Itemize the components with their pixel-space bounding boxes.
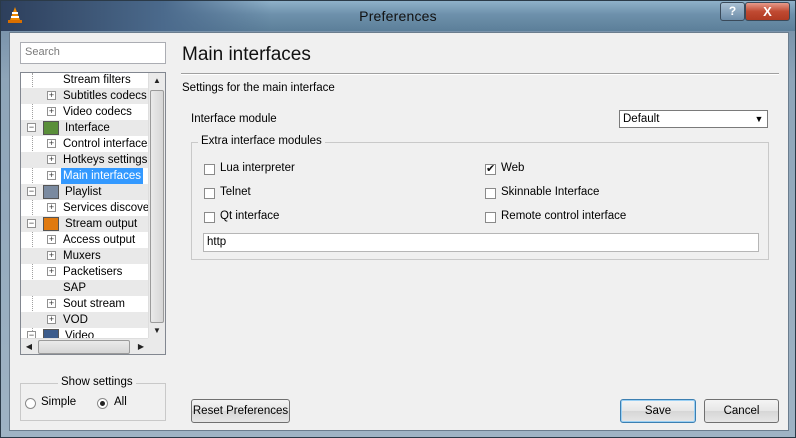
expand-icon[interactable]: + bbox=[47, 251, 56, 260]
panel-title-divider bbox=[181, 73, 779, 75]
tree-item-hotkeys-settings[interactable]: + Hotkeys settings bbox=[21, 152, 150, 168]
expand-icon[interactable]: + bbox=[47, 171, 56, 180]
expand-icon[interactable]: + bbox=[47, 235, 56, 244]
tree-item-label: Video codecs bbox=[63, 106, 132, 118]
tree-item-packetisers[interactable]: + Packetisers bbox=[21, 264, 150, 280]
expand-icon[interactable]: + bbox=[47, 299, 56, 308]
checkbox-web[interactable] bbox=[485, 162, 496, 175]
web-label[interactable]: Web bbox=[501, 162, 524, 174]
lua-interpreter-label[interactable]: Lua interpreter bbox=[220, 162, 295, 174]
tree-item-control-interfaces[interactable]: + Control interfaces bbox=[21, 136, 150, 152]
tree-item-label: Stream filters bbox=[63, 74, 131, 86]
checkbox-remote-control-interface[interactable] bbox=[485, 212, 496, 223]
category-tree[interactable]: Stream filters + Subtitles codecs + Video co… bbox=[20, 72, 166, 355]
telnet-label[interactable]: Telnet bbox=[220, 186, 251, 198]
tree-item-label: Packetisers bbox=[63, 266, 123, 278]
radio-all[interactable] bbox=[97, 398, 108, 409]
tree-vertical-scrollbar[interactable]: ▲ ▼ bbox=[148, 73, 165, 339]
dropdown-arrow-icon[interactable]: ▼ bbox=[751, 111, 767, 127]
tree-item-label: Sout stream bbox=[63, 298, 125, 310]
tree-item-label: Services discovery bbox=[63, 202, 150, 214]
tree-item-sap[interactable]: SAP bbox=[21, 280, 150, 296]
extra-modules-text-field[interactable]: http bbox=[203, 233, 759, 252]
scroll-thumb[interactable] bbox=[150, 90, 164, 323]
scroll-up-arrow-icon[interactable]: ▲ bbox=[149, 73, 165, 89]
scroll-right-arrow-icon[interactable]: ▶ bbox=[133, 339, 149, 354]
tree-item-subtitles-codecs[interactable]: + Subtitles codecs bbox=[21, 88, 150, 104]
radio-all-label[interactable]: All bbox=[114, 396, 127, 408]
radio-simple-label[interactable]: Simple bbox=[41, 396, 76, 408]
remote-control-interface-label[interactable]: Remote control interface bbox=[501, 210, 626, 222]
close-button[interactable]: X bbox=[745, 2, 790, 21]
tree-item-label: Subtitles codecs bbox=[63, 90, 147, 102]
reset-preferences-button[interactable]: Reset Preferences bbox=[191, 399, 290, 423]
interface-module-select[interactable]: Default ▼ bbox=[619, 110, 768, 128]
tree-item-label: Interface bbox=[65, 122, 110, 134]
interface-icon bbox=[43, 121, 59, 135]
scroll-down-arrow-icon[interactable]: ▼ bbox=[149, 323, 165, 339]
tree-horizontal-scrollbar[interactable]: ◀ ▶ bbox=[21, 338, 150, 354]
cancel-button[interactable]: Cancel bbox=[704, 399, 779, 423]
tree-item-label: Muxers bbox=[63, 250, 101, 262]
expand-icon[interactable]: + bbox=[47, 267, 56, 276]
expand-icon[interactable]: + bbox=[47, 107, 56, 116]
tree-item-sout-stream[interactable]: + Sout stream bbox=[21, 296, 150, 312]
expand-icon[interactable]: + bbox=[47, 315, 56, 324]
tree-item-stream-output[interactable]: − Stream output bbox=[21, 216, 150, 232]
dialog-body: Search Stream filters + Subtitles codecs + V… bbox=[9, 32, 789, 431]
interface-module-value: Default bbox=[623, 113, 660, 125]
tree-item-label: SAP bbox=[63, 282, 87, 294]
panel-title: Main interfaces bbox=[182, 44, 311, 65]
tree-item-vod[interactable]: + VOD bbox=[21, 312, 150, 328]
panel-subtitle: Settings for the main interface bbox=[182, 82, 335, 94]
tree-item-label: Stream output bbox=[65, 218, 138, 230]
checkbox-skinnable-interface[interactable] bbox=[485, 188, 496, 199]
interface-module-label: Interface module bbox=[191, 113, 277, 125]
tree-item-video-codecs[interactable]: + Video codecs bbox=[21, 104, 150, 120]
preferences-window: Preferences ? X Search Stream filters + Su… bbox=[0, 0, 796, 438]
stream-output-icon bbox=[43, 217, 59, 231]
extra-modules-title: Extra interface modules bbox=[198, 135, 325, 147]
window-title: Preferences bbox=[359, 8, 437, 24]
expand-icon[interactable]: + bbox=[47, 203, 56, 212]
collapse-icon[interactable]: − bbox=[27, 123, 36, 132]
tree-item-label: VOD bbox=[63, 314, 88, 326]
help-button[interactable]: ? bbox=[720, 2, 745, 21]
extra-interface-modules-group: Extra interface modules Lua interpreter … bbox=[191, 135, 769, 260]
tree-item-muxers[interactable]: + Muxers bbox=[21, 248, 150, 264]
search-input[interactable]: Search bbox=[20, 42, 166, 64]
save-button[interactable]: Save bbox=[620, 399, 696, 423]
tree-item-playlist[interactable]: − Playlist bbox=[21, 184, 150, 200]
expand-icon[interactable]: + bbox=[47, 91, 56, 100]
tree-item-stream-filters[interactable]: Stream filters bbox=[21, 73, 150, 88]
tree-item-label: Hotkeys settings bbox=[63, 154, 148, 166]
title-bar[interactable]: Preferences ? X bbox=[1, 1, 795, 31]
checkbox-telnet[interactable] bbox=[204, 188, 215, 199]
tree-item-interface[interactable]: − Interface bbox=[21, 120, 150, 136]
tree-item-label: Access output bbox=[63, 234, 136, 246]
scrollbar-corner bbox=[148, 338, 165, 354]
tree-item-access-output[interactable]: + Access output bbox=[21, 232, 150, 248]
playlist-icon bbox=[43, 185, 59, 199]
expand-icon[interactable]: + bbox=[47, 139, 56, 148]
tree-item-label: Main interfaces bbox=[61, 168, 143, 184]
expand-icon[interactable]: + bbox=[47, 155, 56, 164]
skinnable-interface-label[interactable]: Skinnable Interface bbox=[501, 186, 599, 198]
horizontal-scroll-thumb[interactable] bbox=[38, 340, 130, 354]
checkbox-lua-interpreter[interactable] bbox=[204, 164, 215, 175]
scroll-left-arrow-icon[interactable]: ◀ bbox=[21, 339, 37, 354]
show-settings-title: Show settings bbox=[58, 376, 136, 388]
radio-simple[interactable] bbox=[25, 398, 36, 409]
collapse-icon[interactable]: − bbox=[27, 187, 36, 196]
qt-interface-label[interactable]: Qt interface bbox=[220, 210, 279, 222]
tree-item-main-interfaces[interactable]: + Main interfaces bbox=[21, 168, 150, 184]
checkbox-qt-interface[interactable] bbox=[204, 212, 215, 223]
collapse-icon[interactable]: − bbox=[27, 219, 36, 228]
tree-item-services-discovery[interactable]: + Services discovery bbox=[21, 200, 150, 216]
show-settings-group: Show settings Simple All bbox=[20, 376, 166, 421]
tree-item-label: Playlist bbox=[65, 186, 102, 198]
tree-item-label: Control interfaces bbox=[63, 138, 150, 150]
